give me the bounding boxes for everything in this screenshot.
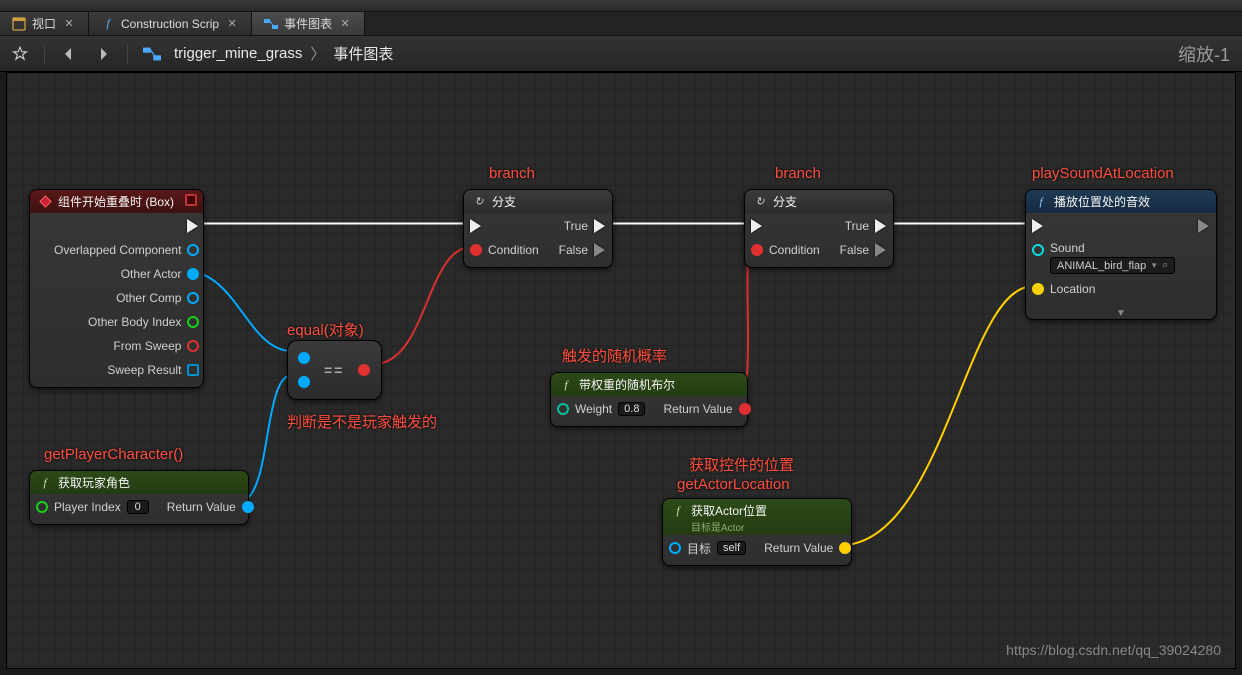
node-play-sound-at-location[interactable]: f 播放位置处的音效 Sound ANIMAL_bird_flap▼ ⌕ Loc… — [1025, 189, 1217, 320]
annotation: equal(对象) — [287, 319, 364, 340]
tab-construction[interactable]: f Construction Scrip ✕ — [89, 12, 252, 35]
input-pin-b[interactable] — [298, 376, 310, 388]
annotation: 判断是不是玩家触发的 — [287, 411, 437, 432]
node-title: 获取Actor位置 — [691, 502, 767, 519]
input-pin[interactable] — [557, 403, 569, 415]
delegate-pin[interactable] — [185, 194, 197, 206]
exec-true-pin[interactable] — [594, 219, 606, 233]
condition-pin[interactable] — [470, 244, 482, 256]
node-title: 播放位置处的音效 — [1054, 193, 1150, 210]
expand-node[interactable]: ▼ — [1026, 306, 1216, 319]
equals-icon: == — [324, 362, 344, 378]
node-title: 分支 — [773, 193, 797, 210]
tab-label: 视口 — [32, 15, 56, 32]
exec-true-pin[interactable] — [875, 219, 887, 233]
breadcrumb-item[interactable]: trigger_mine_grass — [174, 45, 302, 62]
annotation: 获取控件的位置 — [689, 454, 794, 475]
exec-out-pin[interactable] — [187, 219, 199, 233]
exec-out-pin[interactable] — [1198, 219, 1210, 233]
node-get-actor-location[interactable]: f 获取Actor位置 目标是Actor 目标self Return Value — [662, 498, 852, 566]
chevron-icon: 〉 — [310, 43, 325, 64]
graph-icon — [264, 17, 278, 31]
forward-icon — [95, 46, 111, 62]
location-pin[interactable] — [1032, 283, 1044, 295]
tab-event-graph[interactable]: 事件图表 ✕ — [252, 12, 365, 35]
tab-label: Construction Scrip — [121, 17, 219, 31]
nav-back[interactable] — [57, 42, 81, 66]
node-title: 组件开始重叠时 (Box) — [58, 193, 174, 210]
function-icon: f — [101, 17, 115, 31]
breadcrumb: trigger_mine_grass 〉 事件图表 — [174, 43, 393, 64]
node-equal-object[interactable]: == — [287, 340, 382, 400]
output-pin[interactable] — [839, 542, 851, 554]
condition-pin[interactable] — [751, 244, 763, 256]
back-icon — [61, 46, 77, 62]
zoom-level: 缩放-1 — [1178, 41, 1230, 67]
weight-input[interactable]: 0.8 — [618, 402, 645, 416]
graph-icon-btn[interactable] — [140, 42, 164, 66]
exec-in-pin[interactable] — [470, 219, 482, 233]
annotation: branch — [775, 165, 821, 182]
annotation: 触发的随机概率 — [562, 345, 667, 366]
node-component-begin-overlap[interactable]: 组件开始重叠时 (Box) Overlapped Component Other… — [29, 189, 204, 388]
branch-icon — [472, 195, 486, 209]
output-pin[interactable] — [242, 501, 254, 513]
function-icon: f — [1034, 195, 1048, 209]
input-pin-a[interactable] — [298, 352, 310, 364]
tab-label: 事件图表 — [284, 15, 332, 32]
node-random-weighted-bool[interactable]: f 带权重的随机布尔 Weight0.8 Return Value — [550, 372, 748, 427]
star-icon — [11, 45, 29, 63]
blueprint-graph[interactable]: 组件开始重叠时 (Box) Overlapped Component Other… — [6, 72, 1236, 669]
favorite-button[interactable] — [8, 42, 32, 66]
node-title: 获取玩家角色 — [58, 474, 130, 491]
browse-icon[interactable]: ⌕ — [1162, 259, 1168, 272]
viewport-icon — [12, 17, 26, 31]
editor-tabs: 视口 ✕ f Construction Scrip ✕ 事件图表 ✕ — [0, 12, 1242, 36]
annotation: playSoundAtLocation — [1032, 165, 1174, 182]
function-icon: f — [671, 504, 685, 518]
node-subtitle: 目标是Actor — [671, 519, 843, 534]
output-pin-other-actor[interactable] — [187, 268, 199, 280]
output-pin[interactable] — [187, 292, 199, 304]
close-icon[interactable]: ✕ — [62, 17, 76, 31]
exec-in-pin[interactable] — [751, 219, 763, 233]
event-icon — [38, 195, 52, 209]
node-title: 分支 — [492, 193, 516, 210]
close-icon[interactable]: ✕ — [338, 17, 352, 31]
exec-false-pin[interactable] — [594, 243, 606, 257]
output-pin[interactable] — [739, 403, 751, 415]
exec-in-pin[interactable] — [1032, 219, 1044, 233]
target-pin[interactable] — [669, 542, 681, 554]
sound-pin[interactable] — [1032, 244, 1044, 256]
node-get-player-character[interactable]: f 获取玩家角色 Player Index0 Return Value — [29, 470, 249, 525]
output-pin[interactable] — [187, 244, 199, 256]
watermark: https://blog.csdn.net/qq_39024280 — [1006, 642, 1221, 658]
menubar — [0, 0, 1242, 12]
player-index-input[interactable]: 0 — [127, 500, 149, 514]
function-icon: f — [559, 378, 573, 392]
output-pin[interactable] — [187, 340, 199, 352]
tab-viewport[interactable]: 视口 ✕ — [0, 12, 89, 35]
annotation: getPlayerCharacter() — [44, 446, 183, 463]
output-pin[interactable] — [358, 364, 370, 376]
chevron-down-icon: ▼ — [1150, 261, 1158, 270]
input-pin[interactable] — [36, 501, 48, 513]
graph-icon — [143, 45, 161, 63]
target-input[interactable]: self — [717, 541, 746, 555]
exec-false-pin[interactable] — [875, 243, 887, 257]
close-icon[interactable]: ✕ — [225, 17, 239, 31]
function-icon: f — [38, 476, 52, 490]
graph-nav: trigger_mine_grass 〉 事件图表 缩放-1 — [0, 36, 1242, 72]
annotation: branch — [489, 165, 535, 182]
annotation: getActorLocation — [677, 476, 790, 493]
output-pin[interactable] — [187, 316, 199, 328]
branch-icon — [753, 195, 767, 209]
node-title: 带权重的随机布尔 — [579, 376, 675, 393]
sound-asset-dropdown[interactable]: ANIMAL_bird_flap▼ ⌕ — [1050, 257, 1175, 274]
output-pin[interactable] — [187, 364, 199, 376]
breadcrumb-item[interactable]: 事件图表 — [333, 43, 393, 64]
node-branch-1[interactable]: 分支 Condition True False — [463, 189, 613, 268]
nav-forward[interactable] — [91, 42, 115, 66]
node-branch-2[interactable]: 分支 Condition True False — [744, 189, 894, 268]
